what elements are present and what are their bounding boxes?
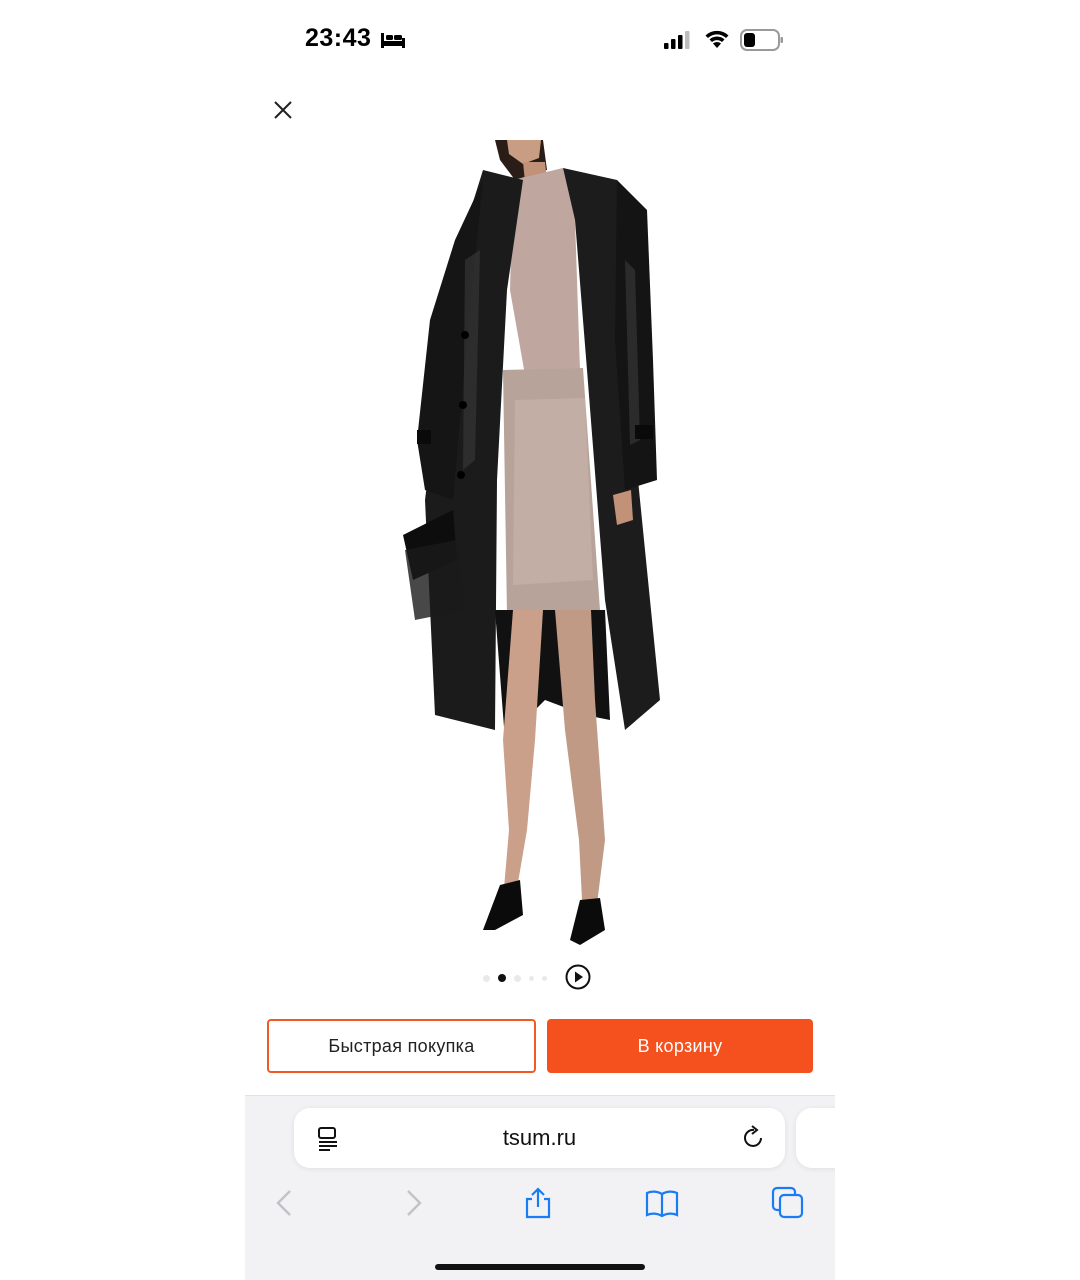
quick-buy-button[interactable]: Быстрая покупка	[267, 1019, 536, 1073]
add-to-cart-button[interactable]: В корзину	[547, 1019, 813, 1073]
product-image[interactable]	[395, 140, 695, 950]
carousel-dot-active[interactable]	[498, 974, 506, 982]
close-icon	[274, 101, 292, 119]
phone-screen: 23:43 Быстрая покупка В корзину tsum.ru	[245, 0, 835, 1280]
carousel-dot[interactable]	[542, 975, 547, 981]
close-button[interactable]	[267, 94, 299, 126]
wifi-icon	[705, 30, 729, 48]
back-icon[interactable]	[269, 1186, 303, 1220]
reload-icon[interactable]	[741, 1125, 767, 1151]
home-indicator[interactable]	[435, 1264, 645, 1270]
bed-icon	[381, 33, 405, 48]
address-bar[interactable]: tsum.ru	[294, 1108, 785, 1168]
carousel-indicator[interactable]	[483, 965, 547, 991]
play-icon[interactable]	[565, 964, 591, 990]
tabs-icon[interactable]	[771, 1186, 805, 1220]
share-icon[interactable]	[521, 1186, 555, 1220]
forward-icon[interactable]	[395, 1186, 429, 1220]
carousel-dot[interactable]	[529, 975, 534, 981]
browser-toolbar: tsum.ru	[245, 1095, 835, 1280]
status-time: 23:43	[305, 24, 372, 52]
bookmarks-icon[interactable]	[645, 1186, 679, 1220]
address-text: tsum.ru	[502, 1125, 577, 1150]
battery-icon	[740, 29, 783, 51]
carousel-dot[interactable]	[483, 974, 490, 982]
carousel-dot[interactable]	[514, 974, 521, 982]
next-tab-preview[interactable]	[796, 1108, 835, 1168]
signal-icon	[664, 31, 690, 49]
